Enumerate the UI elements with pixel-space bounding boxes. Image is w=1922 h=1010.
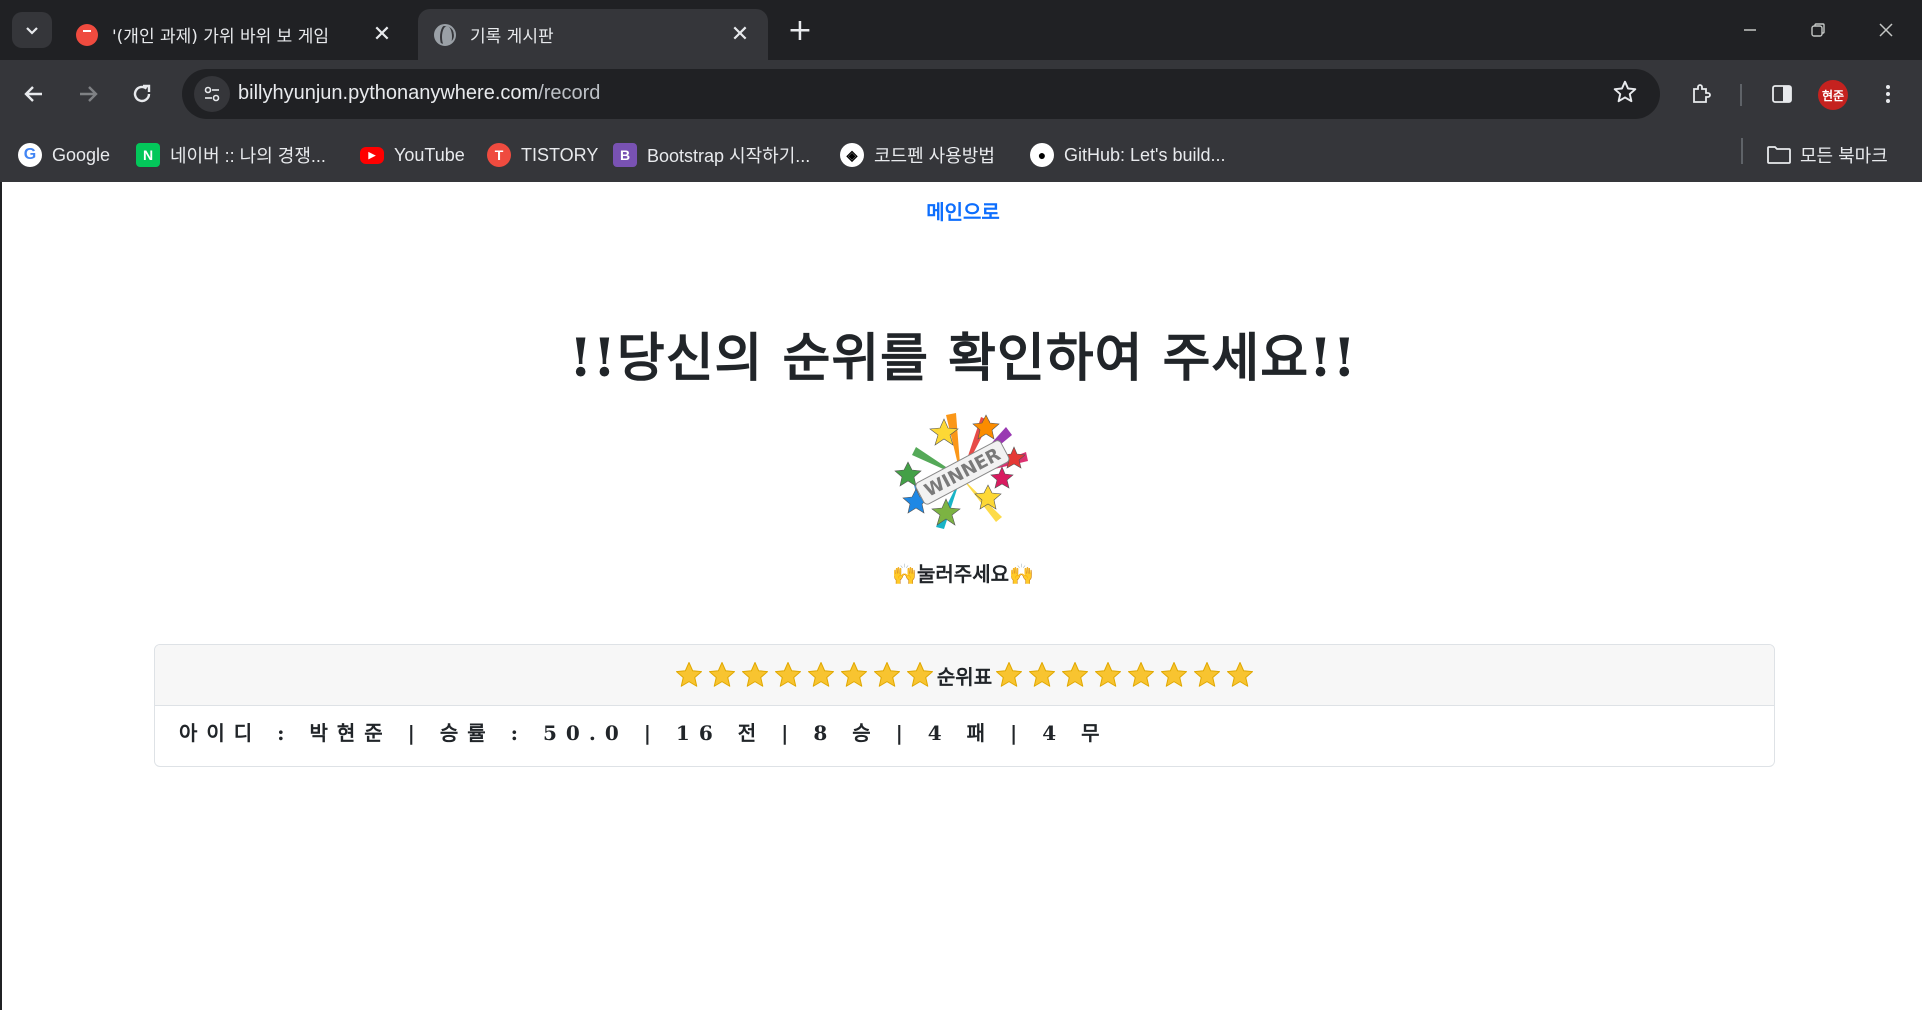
chevron-down-icon bbox=[26, 27, 38, 35]
stars-right-group bbox=[994, 660, 1255, 690]
star-icon bbox=[1227, 662, 1254, 687]
github-icon: ● bbox=[1030, 143, 1054, 167]
bookmark-github[interactable]: ● GitHub: Let's build... bbox=[1030, 140, 1226, 170]
bookmark-label: YouTube bbox=[394, 144, 465, 165]
star-icon bbox=[1029, 662, 1056, 687]
new-tab-button[interactable]: + bbox=[782, 12, 818, 48]
main-link-wrapper: 메인으로 bbox=[2, 196, 1922, 225]
star-outline-icon bbox=[1613, 80, 1637, 103]
extensions-button[interactable] bbox=[1681, 74, 1721, 114]
youtube-icon: ▶ bbox=[360, 146, 384, 164]
plus-icon: + bbox=[787, 12, 813, 48]
bootstrap-icon: B bbox=[613, 143, 637, 167]
tistory-icon bbox=[76, 23, 98, 46]
star-icon bbox=[741, 662, 768, 687]
reload-button[interactable] bbox=[122, 74, 162, 114]
bookmark-label: 네이버 :: 나의 경쟁... bbox=[170, 146, 326, 166]
back-button[interactable] bbox=[14, 74, 54, 114]
winner-button[interactable]: WINNER bbox=[886, 407, 1036, 537]
bookmarks-bar: G Google N 네이버 :: 나의 경쟁... ▶ YouTube T T… bbox=[0, 128, 1922, 182]
restore-icon bbox=[1811, 23, 1825, 37]
star-icon bbox=[906, 662, 933, 687]
minimize-button[interactable] bbox=[1720, 8, 1780, 52]
bookmarks-divider bbox=[1741, 138, 1743, 164]
browser-chrome: '(개인 과제) 가위 바위 보 게임 ✕ 기록 게시판 ✕ + billyhy… bbox=[0, 0, 1922, 182]
site-info-button[interactable] bbox=[194, 76, 230, 112]
url-host: billyhyunjun.pythonanywhere.com bbox=[238, 82, 539, 104]
star-icon bbox=[774, 662, 801, 687]
side-panel-button[interactable] bbox=[1762, 74, 1802, 114]
page-title: !!당신의 순위를 확인하여 주세요!! bbox=[569, 328, 1357, 389]
bookmark-label: Bootstrap 시작하기... bbox=[647, 146, 811, 166]
puzzle-icon bbox=[1693, 84, 1711, 103]
press-instruction[interactable]: 🙌눌러주세요🙌 bbox=[2, 558, 1922, 587]
bookmark-bootstrap[interactable]: B Bootstrap 시작하기... bbox=[613, 140, 810, 170]
all-bookmarks-button[interactable]: 모든 북마크 bbox=[1766, 140, 1888, 170]
url-text[interactable]: billyhyunjun.pythonanywhere.com/record bbox=[238, 82, 600, 105]
toolbar-divider bbox=[1740, 84, 1742, 106]
star-icon bbox=[996, 662, 1023, 687]
star-icon bbox=[807, 662, 834, 687]
bookmark-label: Google bbox=[52, 144, 111, 165]
star-icon bbox=[1194, 662, 1221, 687]
naver-icon: N bbox=[136, 143, 160, 167]
ranking-card-header: 순위표 bbox=[155, 645, 1774, 706]
close-icon bbox=[1879, 23, 1893, 37]
minimize-icon bbox=[1744, 29, 1756, 31]
star-icon bbox=[840, 662, 867, 687]
url-path: /record bbox=[538, 82, 601, 104]
main-link[interactable]: 메인으로 bbox=[926, 200, 1000, 224]
more-vertical-icon bbox=[1886, 85, 1890, 103]
winner-stars-image: WINNER bbox=[894, 413, 1028, 529]
tab-record-board[interactable]: 기록 게시판 ✕ bbox=[418, 9, 768, 60]
star-icon bbox=[1128, 662, 1155, 687]
forward-button[interactable] bbox=[68, 74, 108, 114]
tistory-icon: T bbox=[487, 143, 511, 167]
ranking-card: 순위표 아이디 : 박현준 | 승률 : 50.0 | 16 전 | 8 승 |… bbox=[154, 644, 1775, 767]
globe-icon bbox=[434, 23, 456, 46]
tab-title: '(개인 과제) 가위 바위 보 게임 bbox=[112, 27, 329, 47]
reload-icon bbox=[133, 84, 151, 103]
close-window-button[interactable] bbox=[1856, 8, 1916, 52]
bookmark-label: 모든 북마크 bbox=[1800, 146, 1888, 166]
bookmark-star-button[interactable] bbox=[1610, 79, 1640, 109]
tab-title: 기록 게시판 bbox=[470, 27, 554, 47]
bookmark-label: TISTORY bbox=[521, 144, 599, 165]
bookmark-codepen[interactable]: ◈ 코드펜 사용방법 bbox=[840, 140, 995, 170]
arrow-left-icon bbox=[24, 86, 42, 102]
codepen-icon: ◈ bbox=[840, 143, 864, 167]
bookmark-label: 코드펜 사용방법 bbox=[874, 146, 995, 166]
star-icon bbox=[1062, 662, 1089, 687]
page-content: 메인으로 !!당신의 순위를 확인하여 주세요!! WINNER 🙌눌러주세요🙌… bbox=[0, 182, 1922, 1010]
star-icon bbox=[1095, 662, 1122, 687]
tab-strip: '(개인 과제) 가위 바위 보 게임 ✕ 기록 게시판 ✕ + bbox=[0, 0, 1922, 60]
star-icon bbox=[675, 662, 702, 687]
bookmark-tistory[interactable]: T TISTORY bbox=[487, 140, 598, 170]
tab-rps-game[interactable]: '(개인 과제) 가위 바위 보 게임 ✕ bbox=[60, 9, 410, 60]
menu-button[interactable] bbox=[1868, 74, 1908, 114]
folder-icon bbox=[1767, 146, 1791, 164]
google-icon: G bbox=[18, 143, 42, 167]
stars-left-group bbox=[674, 660, 935, 690]
side-panel-icon bbox=[1772, 85, 1792, 103]
arrow-right-icon bbox=[80, 86, 98, 102]
star-icon bbox=[708, 662, 735, 687]
tab-search-button[interactable] bbox=[12, 12, 52, 48]
bookmark-label: GitHub: Let's build... bbox=[1064, 144, 1226, 165]
bookmark-naver[interactable]: N 네이버 :: 나의 경쟁... bbox=[136, 140, 326, 170]
bookmark-google[interactable]: G Google bbox=[18, 140, 110, 170]
star-icon bbox=[1161, 662, 1188, 687]
star-icon bbox=[873, 662, 900, 687]
bookmark-youtube[interactable]: ▶ YouTube bbox=[360, 140, 465, 170]
ranking-title: 순위표 bbox=[936, 664, 993, 689]
close-icon[interactable]: ✕ bbox=[728, 22, 752, 47]
tune-icon bbox=[204, 86, 220, 102]
close-icon[interactable]: ✕ bbox=[370, 22, 394, 47]
ranking-row: 아이디 : 박현준 | 승률 : 50.0 | 16 전 | 8 승 | 4 패… bbox=[179, 721, 1109, 745]
browser-toolbar: billyhyunjun.pythonanywhere.com/record 현… bbox=[0, 60, 1922, 128]
address-bar[interactable]: billyhyunjun.pythonanywhere.com/record bbox=[182, 69, 1660, 119]
restore-button[interactable] bbox=[1788, 8, 1848, 52]
profile-avatar[interactable]: 현준 bbox=[1818, 80, 1848, 110]
